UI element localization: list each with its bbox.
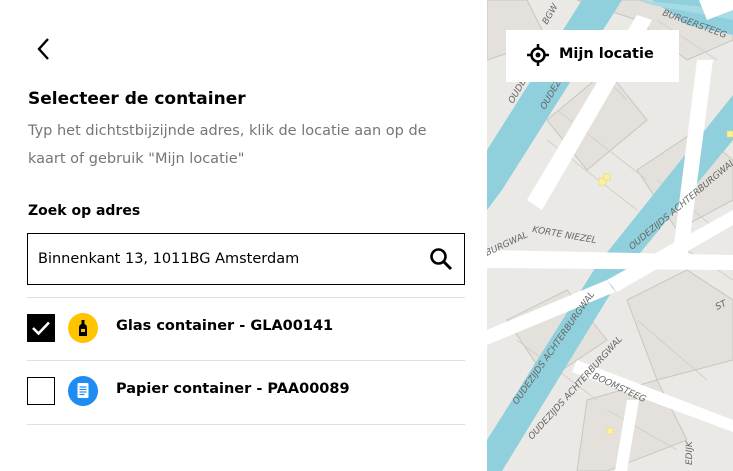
paper-container-badge	[68, 376, 98, 406]
svg-text:EDIJK: EDIJK	[685, 440, 695, 465]
container-label: Glas container - GLA00141	[116, 318, 334, 334]
selection-panel: Selecteer de container Typ het dichtstbi…	[0, 0, 487, 471]
container-option-paper[interactable]: Papier container - PAA00089	[27, 361, 465, 421]
checkbox-unchecked[interactable]	[27, 377, 55, 405]
address-search-field[interactable]	[27, 233, 465, 285]
glass-container-badge	[68, 313, 98, 343]
instruction-text: Typ het dichtstbijzijnde adres, klik de …	[28, 123, 427, 167]
checkmark-icon	[32, 321, 50, 336]
page-title: Selecteer de container	[28, 89, 246, 109]
paper-icon	[77, 383, 89, 398]
search-icon[interactable]	[428, 246, 454, 272]
address-search-input[interactable]	[38, 234, 418, 284]
back-button[interactable]	[30, 35, 60, 65]
container-label: Papier container - PAA00089	[116, 381, 350, 397]
bottle-icon	[79, 320, 87, 336]
my-location-label: Mijn locatie	[559, 46, 654, 62]
chevron-left-icon	[37, 38, 49, 60]
checkbox-checked[interactable]	[27, 314, 55, 342]
container-option-glass[interactable]: Glas container - GLA00141	[27, 298, 465, 358]
search-label: Zoek op adres	[28, 203, 141, 219]
crosshair-icon	[527, 44, 549, 66]
my-location-button[interactable]: Mijn locatie	[506, 30, 679, 82]
list-divider	[27, 424, 465, 425]
